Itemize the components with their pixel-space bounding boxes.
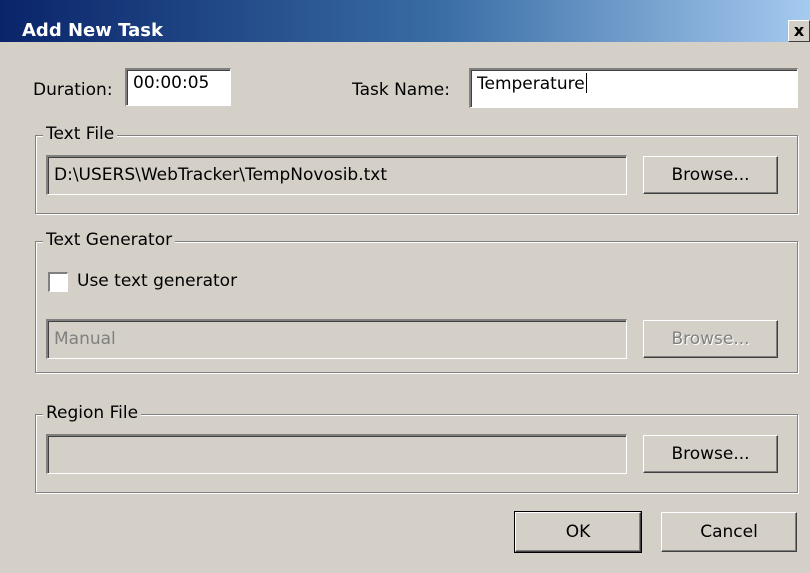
text-generator-browse-label: Browse... xyxy=(671,329,750,349)
duration-field[interactable]: 00:00:05 xyxy=(125,68,231,106)
duration-label: Duration: xyxy=(33,80,113,100)
task-name-label: Task Name: xyxy=(352,80,450,100)
text-file-path: D:\USERS\WebTracker\TempNovosib.txt xyxy=(54,165,388,185)
cancel-button[interactable]: Cancel xyxy=(661,512,797,552)
text-generator-browse-button: Browse... xyxy=(643,320,778,358)
cancel-label: Cancel xyxy=(700,522,758,542)
region-file-legend: Region File xyxy=(43,403,142,423)
text-file-browse-button[interactable]: Browse... xyxy=(643,156,778,194)
text-file-path-field[interactable]: D:\USERS\WebTracker\TempNovosib.txt xyxy=(46,155,627,195)
duration-value: 00:00:05 xyxy=(133,73,210,93)
text-file-legend: Text File xyxy=(43,124,118,144)
text-file-browse-label: Browse... xyxy=(671,165,750,185)
task-name-value: Temperature xyxy=(477,74,585,94)
close-button[interactable]: x xyxy=(788,20,810,42)
use-text-generator-label[interactable]: Use text generator xyxy=(77,271,237,291)
region-file-path-field[interactable] xyxy=(46,434,627,474)
title-bar: Add New Task x xyxy=(0,0,810,42)
text-generator-value: Manual xyxy=(54,329,116,349)
region-file-browse-label: Browse... xyxy=(671,444,750,464)
use-text-generator-checkbox[interactable] xyxy=(48,272,68,292)
ok-button[interactable]: OK xyxy=(514,511,642,553)
text-caret xyxy=(585,73,587,93)
task-name-field[interactable]: Temperature xyxy=(469,68,798,108)
close-icon: x xyxy=(793,21,805,40)
region-file-browse-button[interactable]: Browse... xyxy=(643,435,778,473)
ok-label: OK xyxy=(565,522,591,542)
text-generator-legend: Text Generator xyxy=(43,230,176,250)
text-generator-field: Manual xyxy=(46,319,627,359)
dialog-title: Add New Task xyxy=(22,20,163,41)
